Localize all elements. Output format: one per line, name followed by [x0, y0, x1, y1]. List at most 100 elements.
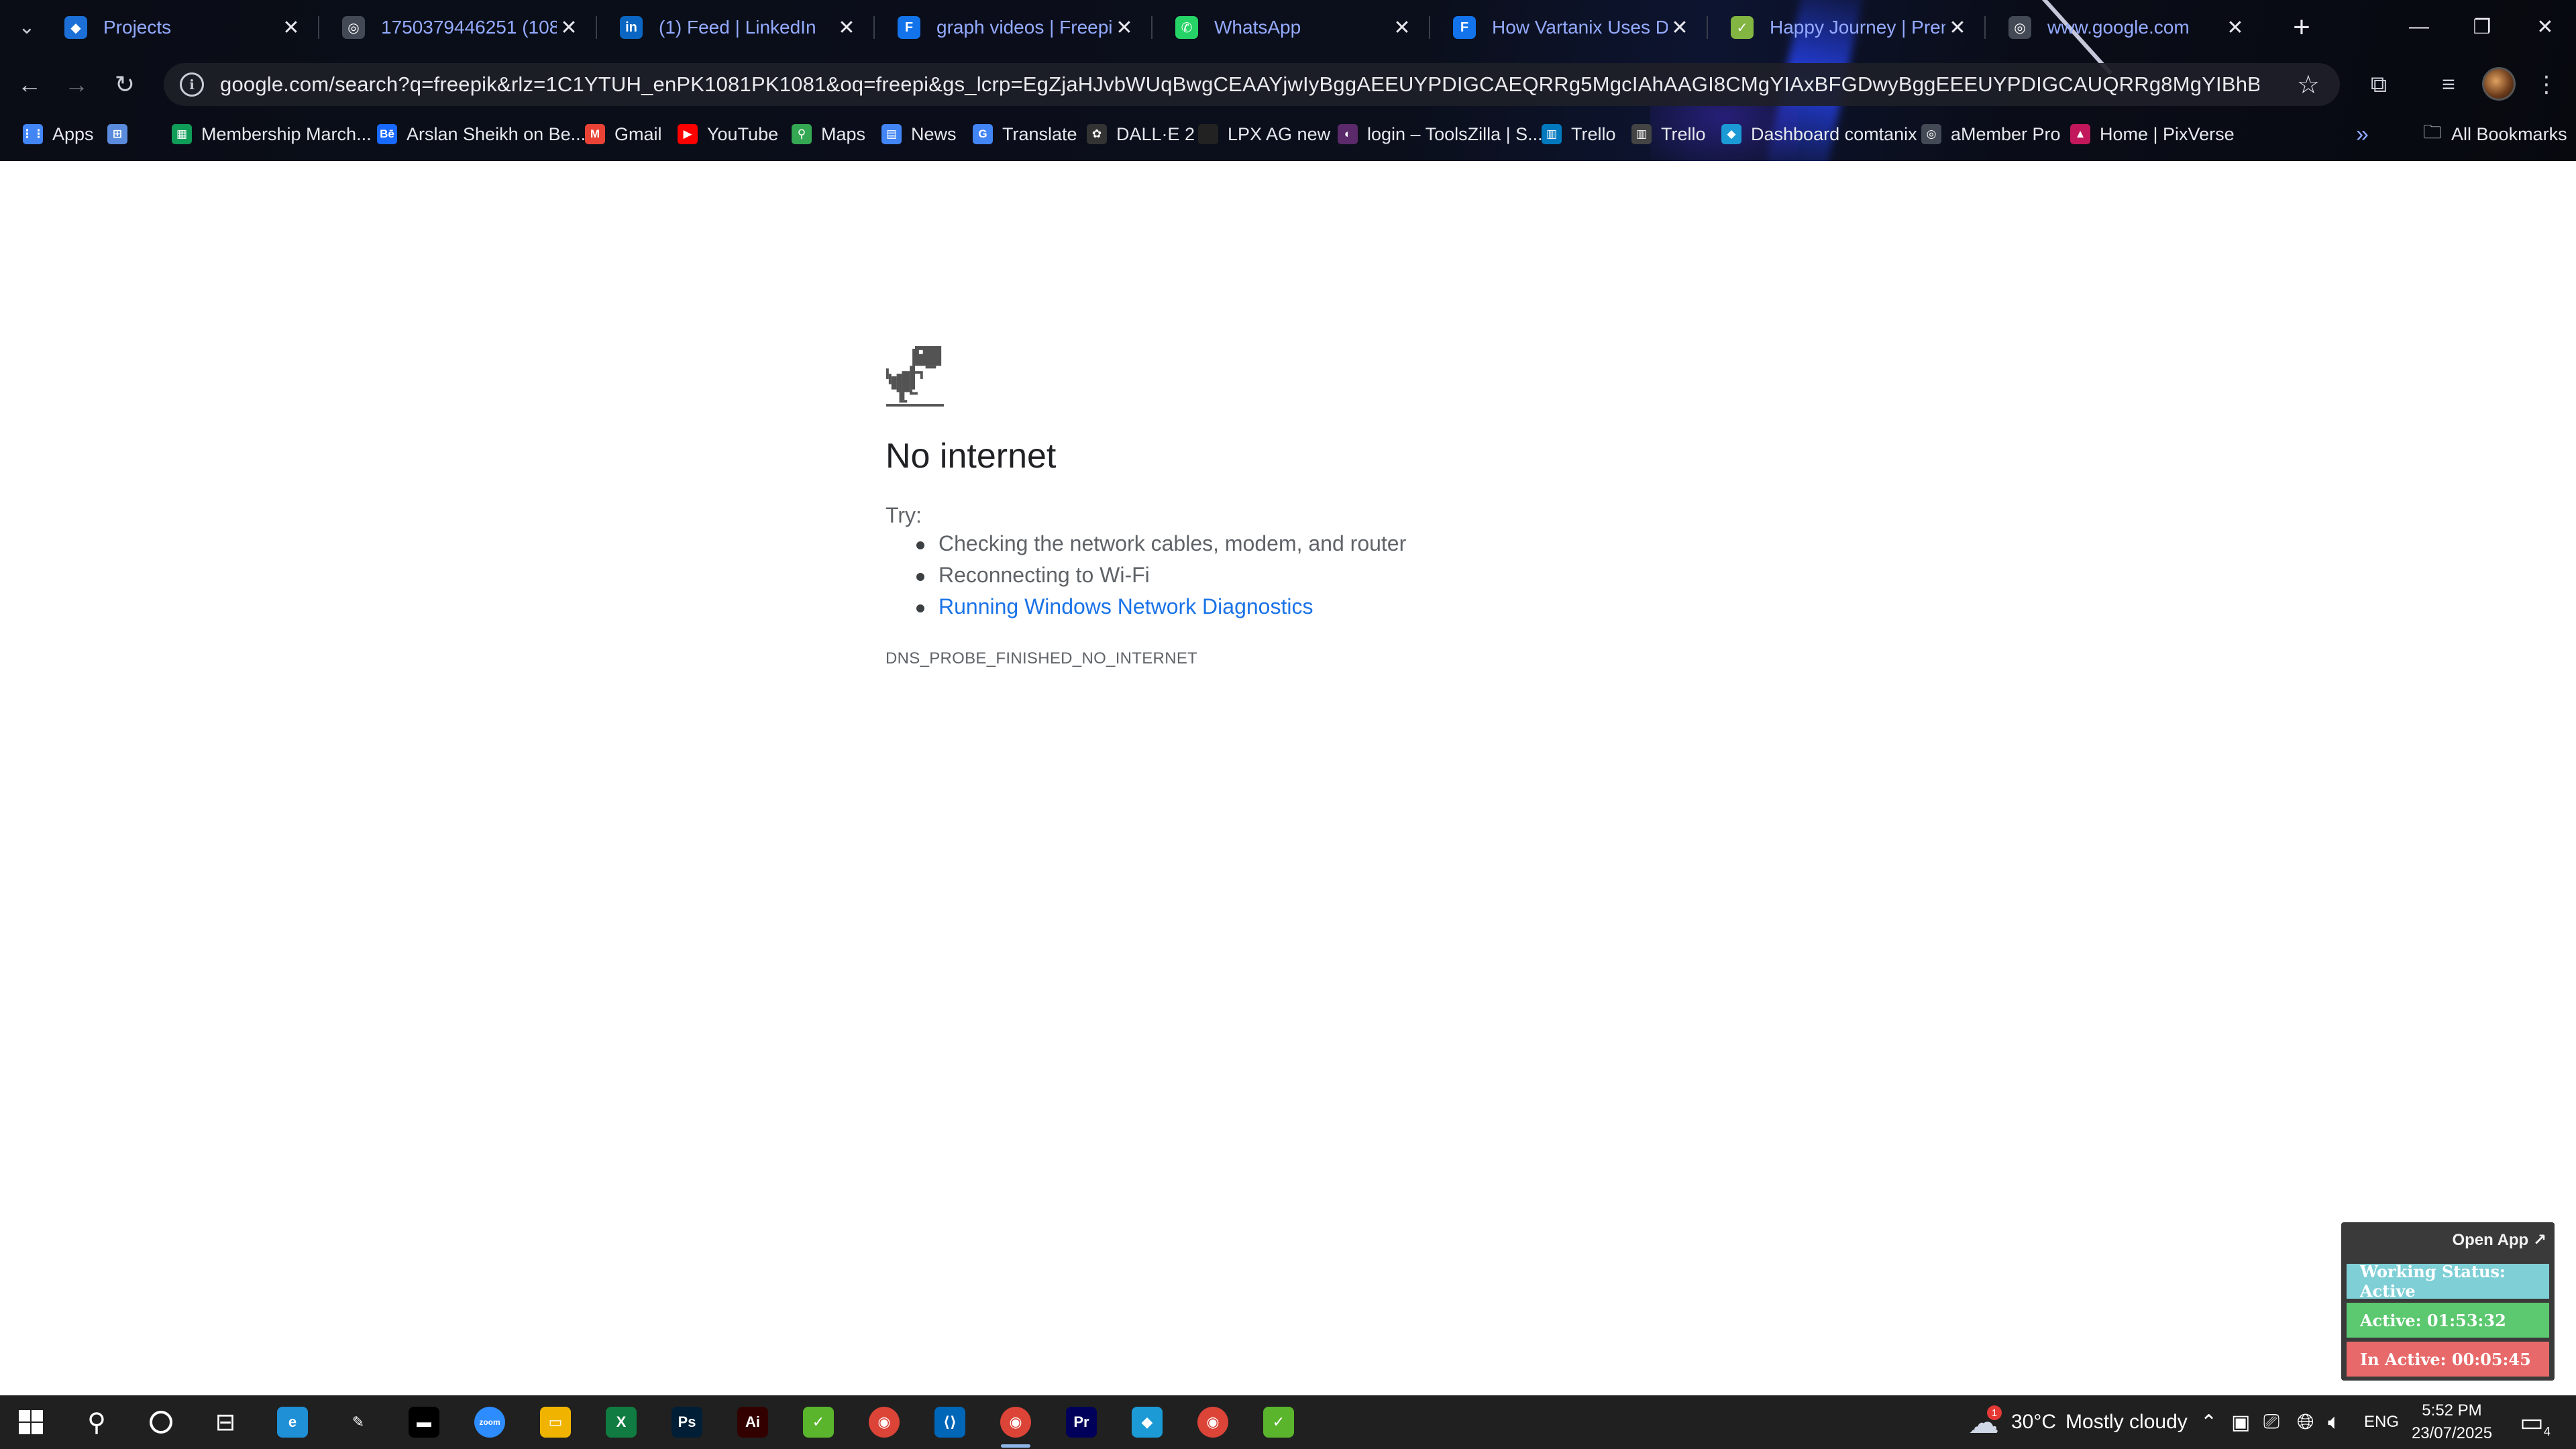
search-icon[interactable]: ⚲ [76, 1402, 117, 1442]
forward-button[interactable]: → [58, 66, 95, 103]
bookmark-item[interactable]: ▥ Trello [1631, 117, 1706, 152]
taskbar-app[interactable]: Ps [667, 1402, 707, 1442]
bookmark-item[interactable]: ▶ YouTube [678, 117, 778, 152]
tab-search-chevron-icon[interactable]: ⌄ [9, 9, 44, 44]
taskbar-app[interactable]: zoom [470, 1402, 510, 1442]
extensions-icon[interactable]: ⧉ [2361, 67, 2396, 102]
bookmark-item[interactable]: G Translate [973, 117, 1077, 152]
browser-tab[interactable]: ✆ WhatsApp ✕ [1158, 5, 1430, 50]
network-globe-icon[interactable]: 🌐︎ [2297, 1395, 2314, 1449]
browser-tab[interactable]: ✓ Happy Journey | Premier✕ [1713, 5, 1986, 50]
restore-button[interactable]: ❐ [2451, 0, 2513, 54]
taskbar-app[interactable]: ◉ [996, 1402, 1036, 1448]
tab-close-icon[interactable]: ✕ [2223, 15, 2247, 40]
taskbar-app[interactable]: Ai [733, 1402, 773, 1442]
taskbar-app[interactable]: ◉ [1193, 1402, 1233, 1442]
browser-tab[interactable]: Fgraph videos | Freepik ✕ [880, 5, 1152, 50]
bookmark-item[interactable]: ⊞ [107, 117, 137, 152]
browser-tab[interactable]: ◎ www.google.com ✕ [1991, 5, 2262, 50]
time-tracker-widget: Open App ↗ Working Status: Active Active… [2341, 1222, 2555, 1381]
taskbar-app[interactable]: X [601, 1402, 641, 1442]
bookmark-item[interactable]: ▥ Trello [1542, 117, 1616, 152]
browser-tab[interactable]: in (1) Feed | LinkedIn ✕ [602, 5, 875, 50]
weather-alert-badge: 1 [1987, 1405, 2002, 1420]
minimize-button[interactable]: — [2388, 0, 2450, 54]
taskbar-app[interactable]: Pr [1061, 1402, 1102, 1442]
browser-tab[interactable]: F How Vartanix Uses Desig✕ [1436, 5, 1708, 50]
vscode-icon: ⟨⟩ [934, 1407, 965, 1438]
bookmark-item[interactable]: ◆ Dashboard comtanix [1721, 117, 1917, 152]
open-app-link[interactable]: Open App ↗ [2452, 1230, 2546, 1250]
taskbar-app[interactable]: ✓ [798, 1402, 839, 1442]
task-view-icon[interactable]: ⊟ [205, 1402, 246, 1442]
profile-avatar[interactable] [2482, 67, 2516, 101]
whatsapp-icon: ✆ [1175, 16, 1198, 39]
bookmark-item[interactable]: ✿ DALL·E 2 [1087, 117, 1195, 152]
bookmark-label: News [911, 123, 957, 144]
all-bookmarks-button[interactable]: 🗀 All Bookmarks [2423, 117, 2567, 152]
media-controls-icon[interactable]: ≡ [2431, 67, 2466, 102]
offline-dino-icon[interactable] [884, 346, 946, 408]
bookmark-item[interactable]: Bē Arslan Sheikh on Be... [377, 117, 586, 152]
volume-icon[interactable]: 🔈︎ [2328, 1395, 2341, 1449]
display-icon[interactable]: ⎚ [2263, 1395, 2279, 1449]
illustrator-icon: Ai [737, 1407, 768, 1438]
url-text[interactable]: google.com/search?q=freepik&rlz=1C1YTUH_… [220, 72, 2259, 97]
bookmark-item[interactable]: ▤ News [881, 117, 957, 152]
clock[interactable]: 5:52 PM 23/07/2025 [2408, 1399, 2496, 1445]
tab-close-icon[interactable]: ✕ [279, 15, 303, 40]
taskbar-app[interactable]: ◉ [864, 1402, 904, 1442]
maps-icon: ⚲ [792, 124, 812, 144]
bookmark-item[interactable]: ⋮⋮ Apps [21, 117, 94, 152]
tab-separator [1151, 16, 1152, 39]
taskbar-app[interactable]: ✎ [338, 1402, 378, 1442]
window-close-button[interactable]: ✕ [2514, 0, 2576, 54]
taskbar-app[interactable]: ⟨⟩ [930, 1402, 970, 1442]
taskbar-app[interactable]: ▭ [535, 1402, 576, 1442]
browser-tab[interactable]: ◆ Projects ✕ [47, 5, 319, 50]
start-button[interactable] [11, 1402, 51, 1442]
apps-grid-icon: ⋮⋮ [21, 124, 44, 144]
network-diagnostics-link[interactable]: Running Windows Network Diagnostics [916, 594, 1406, 626]
bookmark-item[interactable]: ◐ login – ToolsZilla | S... [1338, 117, 1543, 152]
framer-icon: ◆ [64, 16, 87, 39]
taskbar-app[interactable]: ▬ [404, 1402, 444, 1442]
language-indicator[interactable]: ENG [2364, 1395, 2399, 1449]
more-bookmarks-icon[interactable]: » [2356, 117, 2369, 152]
tab-close-icon[interactable]: ✕ [1112, 15, 1136, 40]
weather-widget[interactable]: ☁ 1 30°C Mostly cloudy [1968, 1395, 2188, 1449]
notification-center-icon[interactable]: ▭ 4 [2520, 1395, 2551, 1449]
bookmark-item[interactable]: ▦ Membership March... [172, 117, 372, 152]
tab-close-icon[interactable]: ✕ [1390, 15, 1414, 40]
tab-close-icon[interactable]: ✕ [557, 15, 581, 40]
google-apps-icon: ⊞ [107, 124, 127, 144]
cortana-icon[interactable] [141, 1402, 181, 1442]
browser-tab[interactable]: ◎ 1750379446251 (1080×2(✕ [325, 5, 597, 50]
site-info-icon[interactable]: i [180, 72, 204, 97]
tab-close-icon[interactable]: ✕ [835, 15, 859, 40]
tab-close-icon[interactable]: ✕ [1668, 15, 1692, 40]
file-explorer-icon: ▭ [540, 1407, 571, 1438]
new-tab-button[interactable]: + [2285, 11, 2318, 44]
blank-page-icon [1198, 124, 1218, 144]
bookmark-item[interactable]: ◎ aMember Pro [1921, 117, 2061, 152]
taskbar-app[interactable]: ◆ [1127, 1402, 1167, 1442]
bookmark-item[interactable]: ▲ Home | PixVerse [2070, 117, 2235, 152]
taskbar-app[interactable]: ✓ [1258, 1402, 1299, 1442]
back-button[interactable]: ← [11, 66, 48, 103]
browser-menu-icon[interactable]: ⋮ [2529, 67, 2564, 102]
error-code: DNS_PROBE_FINISHED_NO_INTERNET [885, 649, 1198, 667]
bookmark-item[interactable]: LPX AG new [1198, 117, 1330, 152]
address-bar[interactable]: i google.com/search?q=freepik&rlz=1C1YTU… [164, 63, 2340, 106]
reload-button[interactable]: ↻ [106, 66, 144, 103]
show-hidden-icons-chevron[interactable]: ⌃ [2200, 1395, 2217, 1449]
tab-separator [1707, 16, 1708, 39]
photoshop-icon: Ps [672, 1407, 702, 1438]
bookmark-item[interactable]: M Gmail [585, 117, 662, 152]
meet-now-icon[interactable]: ▣ [2231, 1395, 2250, 1449]
tab-close-icon[interactable]: ✕ [1945, 15, 1970, 40]
bookmark-star-icon[interactable]: ☆ [2297, 70, 2320, 100]
clock-date: 23/07/2025 [2411, 1424, 2493, 1442]
taskbar-app[interactable]: e [272, 1402, 313, 1442]
bookmark-item[interactable]: ⚲ Maps [792, 117, 865, 152]
